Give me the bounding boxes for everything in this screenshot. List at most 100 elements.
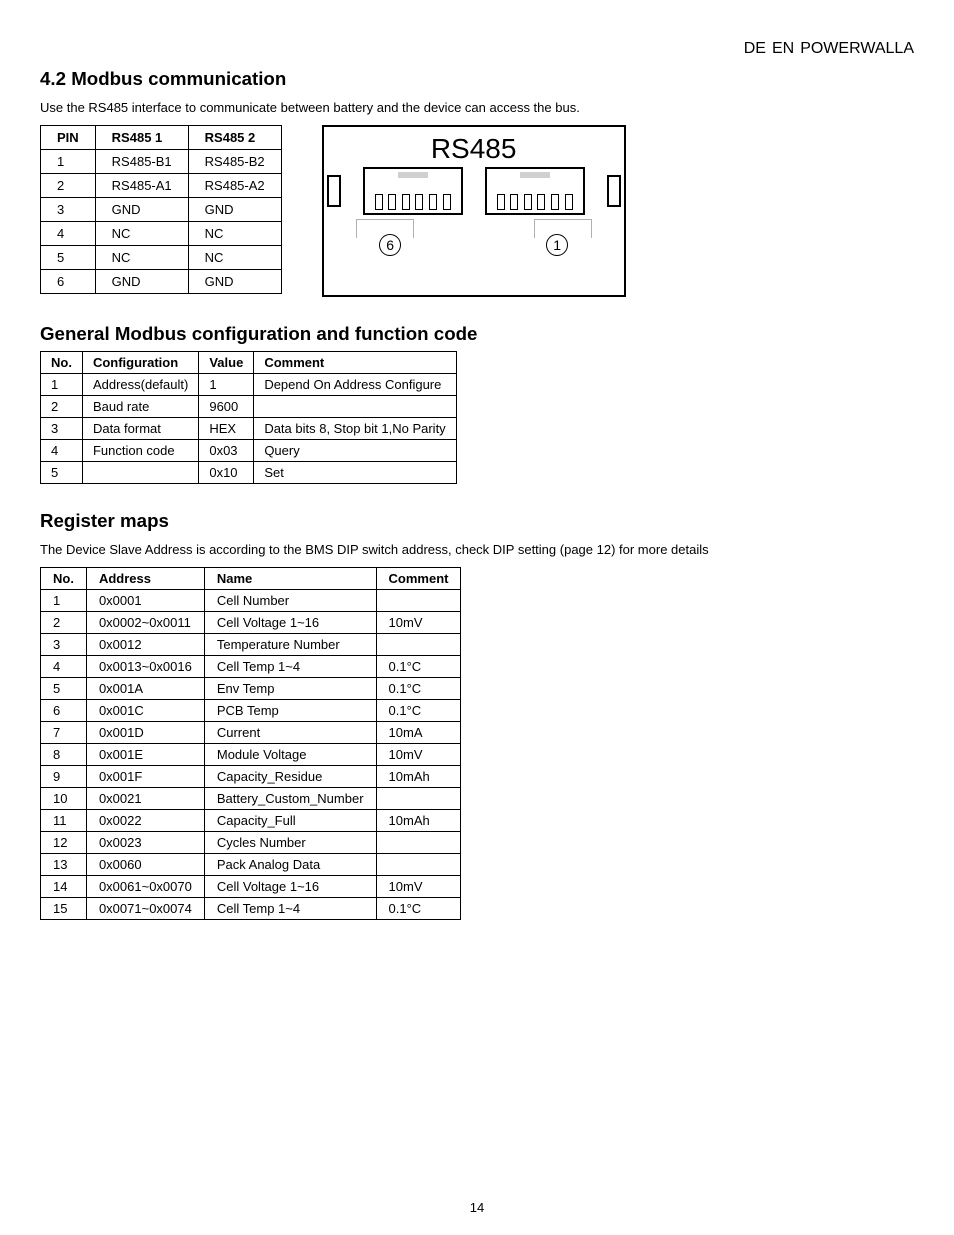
cell: 4 [41, 440, 83, 462]
table-row: 40x0013~0x0016Cell Temp 1~40.1°C [41, 656, 461, 678]
table-row: 6 GND GND [41, 270, 282, 294]
map-col-address: Address [86, 568, 204, 590]
pin-number-6: 6 [379, 234, 401, 256]
cell: 1 [41, 374, 83, 396]
table-row: 2 Baud rate 9600 [41, 396, 457, 418]
cell: 0x0013~0x0016 [86, 656, 204, 678]
cell: NC [188, 246, 281, 270]
cell: 0.1°C [376, 898, 461, 920]
cell: PCB Temp [204, 700, 376, 722]
cell: 0x0001 [86, 590, 204, 612]
map-col-no: No. [41, 568, 87, 590]
cell: 0x10 [199, 462, 254, 484]
pin-col-header: PIN [41, 126, 96, 150]
cell: 10mV [376, 876, 461, 898]
cell: HEX [199, 418, 254, 440]
product-label: POWERWALLA [800, 40, 914, 58]
config-table: No. Configuration Value Comment 1 Addres… [40, 351, 457, 484]
cell: 0x001E [86, 744, 204, 766]
cell: GND [95, 270, 188, 294]
rs485-2-col-header: RS485 2 [188, 126, 281, 150]
table-row: 2 RS485-A1 RS485-A2 [41, 174, 282, 198]
cell: Current [204, 722, 376, 744]
cell: 0.1°C [376, 700, 461, 722]
cell: 13 [41, 854, 87, 876]
table-header-row: No. Address Name Comment [41, 568, 461, 590]
cell: 15 [41, 898, 87, 920]
pin-table: PIN RS485 1 RS485 2 1 RS485-B1 RS485-B2 … [40, 125, 282, 294]
table-header-row: PIN RS485 1 RS485 2 [41, 126, 282, 150]
cell: 8 [41, 744, 87, 766]
table-row: 130x0060Pack Analog Data [41, 854, 461, 876]
cell: NC [188, 222, 281, 246]
cell: RS485-A1 [95, 174, 188, 198]
cell: NC [95, 222, 188, 246]
cfg-col-configuration: Configuration [82, 352, 198, 374]
cell: 4 [41, 222, 96, 246]
pin-numbers: 6 1 [379, 234, 568, 256]
cell: NC [95, 246, 188, 270]
table-row: 100x0021Battery_Custom_Number [41, 788, 461, 810]
cell: Cell Temp 1~4 [204, 656, 376, 678]
cell: 4 [41, 656, 87, 678]
cell: GND [95, 198, 188, 222]
table-row: 3 GND GND [41, 198, 282, 222]
cell [376, 590, 461, 612]
cell: Capacity_Residue [204, 766, 376, 788]
register-maps-heading: Register maps [40, 510, 914, 532]
cell: Baud rate [82, 396, 198, 418]
cell: 7 [41, 722, 87, 744]
cfg-col-value: Value [199, 352, 254, 374]
cell: 14 [41, 876, 87, 898]
cell: Depend On Address Configure [254, 374, 456, 396]
cell: 0x0060 [86, 854, 204, 876]
cell: 9600 [199, 396, 254, 418]
table-row: 120x0023Cycles Number [41, 832, 461, 854]
cell: 5 [41, 678, 87, 700]
table-header-row: No. Configuration Value Comment [41, 352, 457, 374]
table-row: 5 NC NC [41, 246, 282, 270]
table-row: 1 RS485-B1 RS485-B2 [41, 150, 282, 174]
cell: GND [188, 270, 281, 294]
table-row: 80x001EModule Voltage10mV [41, 744, 461, 766]
table-row: 10x0001Cell Number [41, 590, 461, 612]
pin-number-1: 1 [546, 234, 568, 256]
cell [376, 634, 461, 656]
table-row: 20x0002~0x0011Cell Voltage 1~1610mV [41, 612, 461, 634]
table-row: 140x0061~0x0070Cell Voltage 1~1610mV [41, 876, 461, 898]
table-row: 1 Address(default) 1 Depend On Address C… [41, 374, 457, 396]
rj-jack-right [485, 167, 585, 215]
table-row: 30x0012Temperature Number [41, 634, 461, 656]
cell: 10 [41, 788, 87, 810]
cell [376, 854, 461, 876]
cell: Capacity_Full [204, 810, 376, 832]
jacks-row [327, 167, 621, 215]
cell: 0x001C [86, 700, 204, 722]
cell [254, 396, 456, 418]
cell: 1 [41, 590, 87, 612]
table-row: 50x001AEnv Temp0.1°C [41, 678, 461, 700]
cell: 3 [41, 198, 96, 222]
cfg-col-no: No. [41, 352, 83, 374]
cell: 1 [41, 150, 96, 174]
cell: RS485-B1 [95, 150, 188, 174]
table-row: 110x0022Capacity_Full10mAh [41, 810, 461, 832]
cell: 0x001F [86, 766, 204, 788]
table-row: 70x001DCurrent10mA [41, 722, 461, 744]
cell: Temperature Number [204, 634, 376, 656]
page-number: 14 [0, 1200, 954, 1215]
cell: Query [254, 440, 456, 462]
table-row: 150x0071~0x0074Cell Temp 1~40.1°C [41, 898, 461, 920]
cfg-col-comment: Comment [254, 352, 456, 374]
cell: 9 [41, 766, 87, 788]
cell: 3 [41, 634, 87, 656]
cell: 0.1°C [376, 678, 461, 700]
cell: 10mAh [376, 810, 461, 832]
rj-jack-left [363, 167, 463, 215]
cell: 0x0021 [86, 788, 204, 810]
cell [376, 788, 461, 810]
cell: Cycles Number [204, 832, 376, 854]
cell: 2 [41, 612, 87, 634]
cell: Set [254, 462, 456, 484]
right-tab [607, 175, 621, 207]
